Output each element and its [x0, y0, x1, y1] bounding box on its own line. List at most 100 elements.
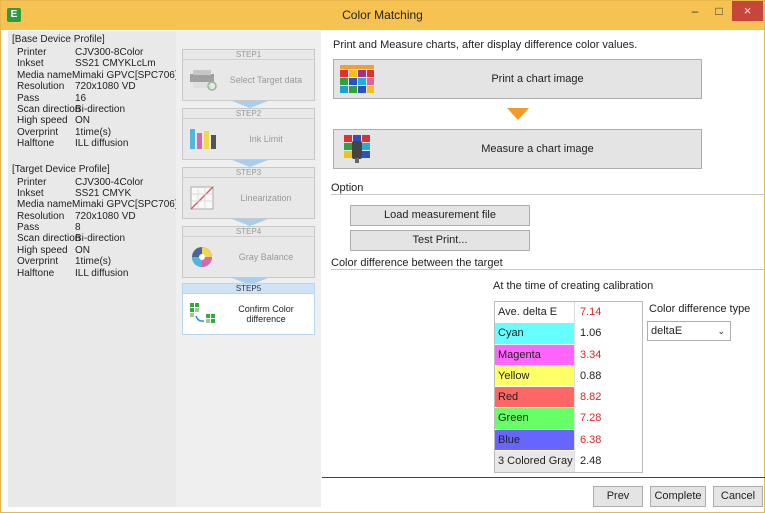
color-name: Red — [495, 387, 575, 408]
step-5[interactable]: STEP5 Confirm Color difference — [182, 283, 315, 335]
maximize-button[interactable]: □ — [706, 1, 732, 21]
profile-row: Resolution 720x1080 VD — [12, 81, 172, 92]
color-matching-window: E Color Matching – □ × [Base Device Prof… — [0, 0, 765, 513]
profile-label: Printer — [17, 47, 47, 58]
base-device-profile: [Base Device Profile] Printer CJV300-8Col… — [12, 34, 178, 150]
profile-value: Bi-direction — [75, 233, 126, 245]
color-wheel-icon — [188, 245, 218, 269]
footer-divider — [322, 477, 765, 478]
profile-label: Inkset — [17, 58, 44, 70]
step-3[interactable]: STEP3 Linearization — [182, 167, 315, 219]
close-button[interactable]: × — [732, 1, 763, 21]
profile-value: SS21 CMYK — [75, 187, 132, 199]
complete-button[interactable]: Complete — [650, 486, 706, 507]
step-header: STEP2 — [183, 109, 314, 119]
step-label: Gray Balance — [238, 252, 294, 262]
step-label: Confirm Color difference — [238, 304, 294, 324]
color-difference-divider — [331, 269, 765, 270]
window-title: Color Matching — [342, 8, 423, 22]
down-arrow-icon — [507, 108, 529, 120]
option-title: Option — [331, 182, 364, 194]
profile-value: SS21 CMYKLcLm — [75, 58, 156, 70]
profile-label: Scan direction — [17, 233, 81, 245]
color-name: Green — [495, 408, 575, 429]
printer-icon — [188, 68, 218, 92]
prev-button[interactable]: Prev — [593, 486, 643, 507]
profile-value: CJV300-4Color — [75, 176, 144, 188]
step-body: Linearization — [183, 178, 314, 218]
target-device-profile: [Target Device Profile] Printer CJV300-4C… — [12, 163, 178, 280]
profile-value: 16 — [75, 92, 87, 104]
color-row: Blue 6.38 — [495, 429, 642, 452]
delta-value: 3.34 — [580, 348, 602, 361]
step-body: Select Target data — [183, 60, 314, 100]
profile-value: ON — [75, 115, 90, 127]
color-chart-icon — [340, 65, 374, 93]
color-name: Cyan — [495, 323, 575, 344]
steps-panel: STEP1 Select Target data STEP2 Ink Limit STE… — [176, 31, 321, 507]
profile-value: 1time(s) — [75, 126, 112, 138]
profile-row: High speed ON — [12, 245, 172, 256]
profile-label: Printer — [17, 176, 47, 188]
profile-value: Mimaki GPVC[SPC706] — [72, 199, 178, 211]
cancel-button[interactable]: Cancel — [713, 486, 763, 507]
profile-label: Pass — [17, 92, 40, 104]
profile-label: High speed — [17, 244, 68, 256]
profile-label: Media name — [17, 199, 73, 211]
profile-row: Pass 16 — [12, 93, 172, 104]
profile-value: ON — [75, 244, 90, 256]
profile-row: Scan direction Bi-direction — [12, 233, 172, 244]
step-1[interactable]: STEP1 Select Target data — [182, 49, 315, 101]
profile-row: Resolution 720x1080 VD — [12, 211, 172, 222]
minimize-button[interactable]: – — [682, 1, 708, 21]
profile-row: Inkset SS21 CMYK — [12, 188, 172, 199]
profile-row: High speed ON — [12, 115, 172, 126]
target-profile-heading: [Target Device Profile] — [12, 163, 110, 175]
profile-value: Bi-direction — [75, 103, 126, 115]
profile-label: Resolution — [17, 210, 65, 222]
profile-label: Inkset — [17, 187, 44, 199]
ink-bars-icon — [188, 127, 218, 151]
step-header: STEP5 — [183, 284, 314, 294]
profile-value: CJV300-8Color — [75, 47, 144, 58]
color-difference-type-value: deltaE — [651, 325, 683, 337]
profile-value: ILL diffusion — [75, 267, 129, 279]
profile-label: High speed — [17, 115, 68, 127]
step-label: Ink Limit — [249, 134, 283, 144]
color-difference-type-label: Color difference type — [649, 303, 751, 315]
profile-value: Mimaki GPVC[SPC706] — [72, 69, 178, 81]
step-2[interactable]: STEP2 Ink Limit — [182, 108, 315, 160]
measure-chart-button[interactable]: Measure a chart image — [333, 129, 702, 169]
color-name: Magenta — [495, 344, 575, 365]
profile-row: Scan direction Bi-direction — [12, 104, 172, 115]
delta-value: 2.48 — [580, 455, 602, 468]
profile-label: Halftone — [17, 138, 55, 150]
profile-value: 1time(s) — [75, 256, 112, 268]
color-row: Green 7.28 — [495, 408, 642, 430]
measure-device-icon — [340, 135, 374, 163]
step-4[interactable]: STEP4 Gray Balance — [182, 226, 315, 278]
color-compare-icon — [188, 302, 218, 326]
profile-label: Resolution — [17, 81, 65, 93]
step-arrow-icon — [232, 160, 268, 167]
color-difference-title: Color difference between the target — [331, 257, 503, 269]
color-row: Magenta 3.34 — [495, 344, 642, 366]
print-chart-button[interactable]: Print a chart image — [333, 59, 702, 99]
step-body: Ink Limit — [183, 119, 314, 159]
color-name: Blue — [495, 429, 575, 451]
profile-row: Media name Mimaki GPVC[SPC706] — [12, 199, 178, 211]
option-divider — [331, 194, 765, 195]
profile-label: Scan direction — [17, 103, 81, 115]
load-measurement-file-button[interactable]: Load measurement file — [350, 205, 530, 226]
profile-value: ILL diffusion — [75, 138, 129, 150]
color-name: 3 Colored Gray — [495, 451, 575, 473]
step-body: Confirm Color difference — [183, 294, 314, 334]
delta-value: 1.06 — [580, 327, 602, 340]
delta-value: 8.82 — [580, 391, 602, 404]
color-difference-type-select[interactable]: deltaE ⌄ — [647, 321, 731, 341]
intro-text: Print and Measure charts, after display … — [333, 39, 638, 51]
color-name: Ave. delta E — [495, 302, 575, 323]
profile-row: Overprint 1time(s) — [12, 127, 172, 138]
step-label: Linearization — [240, 193, 292, 203]
test-print-button[interactable]: Test Print... — [350, 230, 530, 251]
